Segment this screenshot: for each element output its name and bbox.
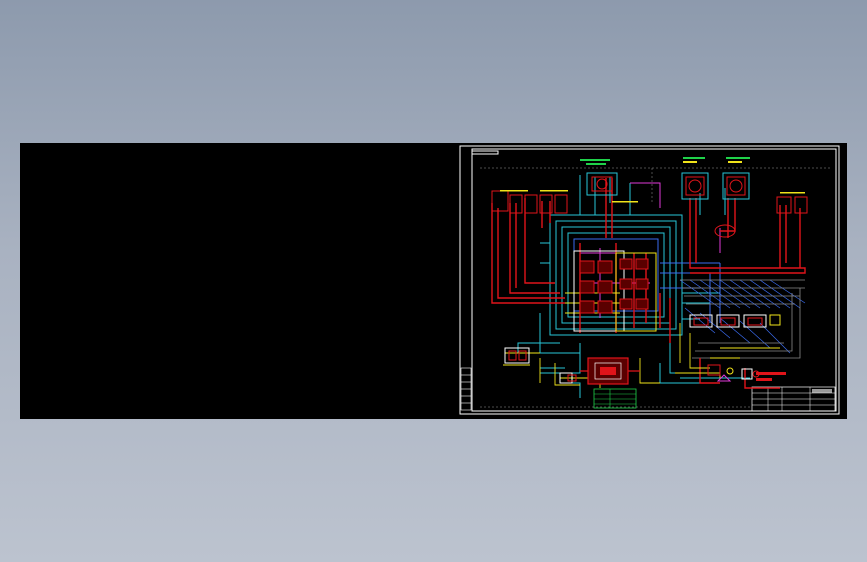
title-block — [751, 372, 836, 412]
pump-units — [689, 314, 781, 328]
central-panel — [573, 250, 657, 332]
cad-viewport[interactable] — [20, 143, 847, 419]
pipe-bundle — [679, 279, 806, 354]
revision-strip — [460, 367, 472, 411]
legend-box — [593, 388, 637, 409]
header-labels — [500, 157, 805, 203]
bottom-main-equipment — [580, 357, 640, 385]
schematic-drawing — [459, 145, 840, 415]
